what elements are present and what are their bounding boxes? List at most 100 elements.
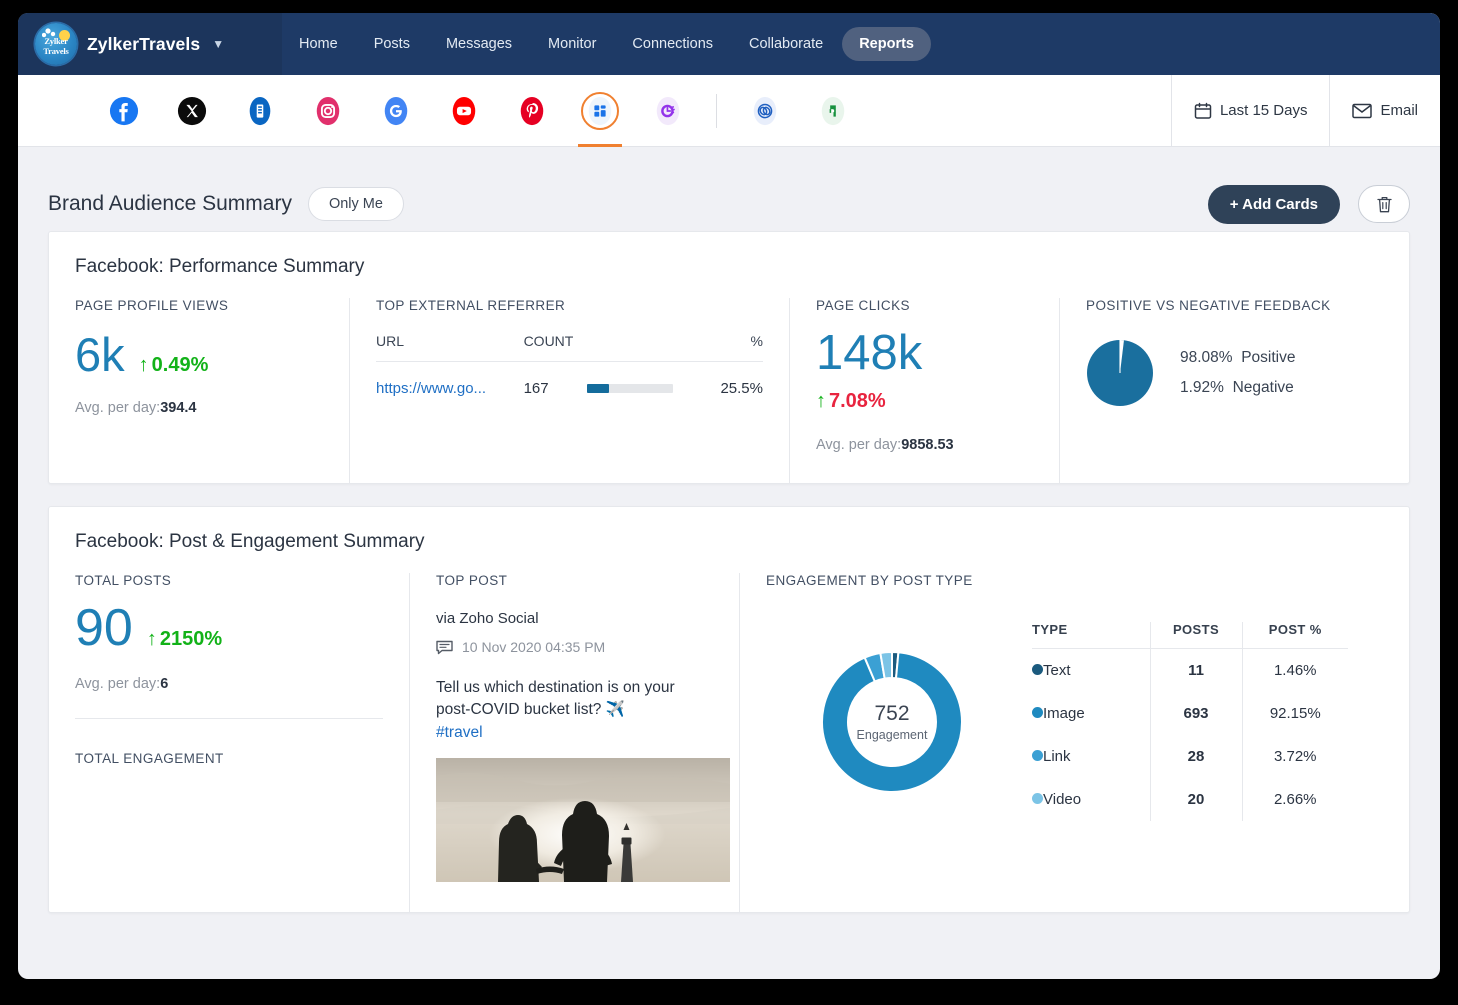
engagement-type-table: TYPE POSTS POST % Text 11 1.46% Image 69… bbox=[1032, 622, 1348, 821]
facebook-icon bbox=[109, 96, 139, 125]
row-type-image: Image bbox=[1043, 705, 1085, 722]
zoho-link-icon bbox=[753, 96, 777, 125]
channel-filter-bar: Last 15 Days Email bbox=[18, 74, 1440, 147]
channel-dashboard-grid[interactable] bbox=[566, 75, 634, 147]
total-posts-avg: Avg. per day:6 bbox=[75, 676, 383, 692]
nav-tabs: Home Posts Messages Monitor Connections … bbox=[282, 27, 931, 61]
engagement-header-row: TYPE POSTS POST % bbox=[1032, 622, 1348, 649]
referrer-bar bbox=[586, 384, 673, 393]
feedback-pie-chart bbox=[1087, 340, 1153, 406]
card1-title: Facebook: Performance Summary bbox=[75, 256, 365, 277]
feedback-legend: 98.08% Positive 1.92% Negative bbox=[1180, 349, 1295, 397]
referrer-percent: 25.5% bbox=[720, 380, 763, 397]
card2-columns: TOTAL POSTS 90 ↑ 2150% Avg. per day:6 TOT… bbox=[49, 573, 1409, 913]
instagram-icon bbox=[316, 96, 340, 125]
legend-dot-image bbox=[1032, 707, 1043, 718]
channel-facebook[interactable] bbox=[90, 75, 158, 147]
delete-dashboard-button[interactable] bbox=[1358, 185, 1410, 223]
engagement-donut-chart: 752 Engagement bbox=[812, 642, 972, 802]
selected-ring bbox=[581, 91, 619, 130]
chevron-down-icon[interactable]: ▼ bbox=[212, 37, 224, 51]
comment-icon bbox=[436, 640, 453, 654]
donut-center-label: Engagement bbox=[856, 727, 928, 742]
logo-text-top: Zylker bbox=[44, 36, 68, 46]
referrer-col-percent: % bbox=[720, 333, 763, 362]
channel-zoho-link[interactable] bbox=[731, 75, 799, 147]
row-posts-video: 20 bbox=[1149, 778, 1242, 821]
nav-tab-connections[interactable]: Connections bbox=[615, 27, 730, 61]
feedback-negative-label: Negative bbox=[1232, 379, 1294, 396]
up-arrow-icon: ↑ bbox=[816, 390, 826, 412]
x-twitter-icon bbox=[177, 96, 207, 125]
row-pct-text: 1.46% bbox=[1241, 648, 1348, 692]
calendar-icon bbox=[1194, 102, 1212, 119]
brand-name: ZylkerTravels bbox=[87, 33, 201, 54]
legend-dot-video bbox=[1032, 793, 1043, 804]
referrer-url-link[interactable]: https://www.go... bbox=[376, 380, 486, 397]
nav-tab-home[interactable]: Home bbox=[282, 27, 355, 61]
card-performance-summary: Facebook: Performance Summary PAGE PROFI… bbox=[48, 231, 1410, 484]
visibility-pill[interactable]: Only Me bbox=[307, 187, 404, 221]
channel-youtube[interactable] bbox=[430, 75, 498, 147]
page-clicks-avg: Avg. per day:9858.53 bbox=[816, 437, 1033, 453]
table-row: Video 20 2.66% bbox=[1032, 778, 1348, 821]
feedback-label: POSITIVE VS NEGATIVE FEEDBACK bbox=[1086, 298, 1331, 313]
row-posts-link: 28 bbox=[1149, 735, 1242, 778]
avg-label: Avg. per day: bbox=[816, 437, 902, 453]
total-posts-label: TOTAL POSTS bbox=[75, 573, 172, 588]
row-pct-image: 92.15% bbox=[1241, 692, 1348, 735]
channel-pinterest[interactable] bbox=[498, 75, 566, 147]
date-range-selector[interactable]: Last 15 Days bbox=[1170, 74, 1330, 147]
feedback-positive-label: Positive bbox=[1241, 349, 1296, 366]
feedback-negative-pct: 1.92% bbox=[1180, 379, 1224, 396]
page-profile-views-avg: Avg. per day:394.4 bbox=[75, 400, 323, 416]
total-posts-value: 90 bbox=[75, 599, 133, 657]
page-title: Brand Audience Summary bbox=[48, 192, 292, 215]
channel-instagram[interactable] bbox=[294, 75, 362, 147]
page-clicks-label: PAGE CLICKS bbox=[816, 298, 910, 313]
feedback-positive: 98.08% Positive bbox=[1180, 349, 1295, 367]
channel-scheduler[interactable] bbox=[634, 75, 702, 147]
top-post-image[interactable] bbox=[436, 758, 730, 883]
avg-value: 394.4 bbox=[160, 400, 197, 416]
avg-value: 9858.53 bbox=[901, 437, 954, 453]
page-profile-views-label: PAGE PROFILE VIEWS bbox=[75, 298, 229, 313]
nav-tab-messages[interactable]: Messages bbox=[429, 27, 529, 61]
youtube-icon bbox=[452, 96, 476, 125]
metric-page-profile-views: PAGE PROFILE VIEWS 6k ↑ 0.49% Avg. per da… bbox=[49, 298, 349, 483]
page-clicks-delta-value: 7.08% bbox=[829, 390, 886, 412]
nav-tab-collaborate[interactable]: Collaborate bbox=[732, 27, 840, 61]
table-row: Image 693 92.15% bbox=[1032, 692, 1348, 735]
nav-tab-posts[interactable]: Posts bbox=[357, 27, 427, 61]
top-post-text: Tell us which destination is on your pos… bbox=[436, 679, 675, 719]
top-referrer-label: TOP EXTERNAL REFERRER bbox=[376, 298, 566, 313]
channel-google-business[interactable] bbox=[362, 75, 430, 147]
col-posts: POSTS bbox=[1149, 622, 1242, 649]
channel-icons bbox=[18, 75, 867, 147]
brand-selector[interactable]: Zylker Travels ZylkerTravels ▼ bbox=[18, 23, 282, 65]
total-posts-delta-value: 2150% bbox=[159, 628, 223, 650]
nav-tab-monitor[interactable]: Monitor bbox=[531, 27, 613, 61]
channel-x-twitter[interactable] bbox=[158, 75, 226, 147]
metric-top-external-referrer: TOP EXTERNAL REFERRER URL COUNT % https:… bbox=[349, 298, 789, 483]
col-post-pct: POST % bbox=[1241, 622, 1348, 649]
zylker-travels-logo-icon: Zylker Travels bbox=[35, 23, 77, 65]
metric-total-posts: TOTAL POSTS 90 ↑ 2150% Avg. per day:6 TOT… bbox=[49, 573, 409, 912]
row-type-video: Video bbox=[1043, 791, 1082, 808]
add-cards-button[interactable]: + Add Cards bbox=[1207, 184, 1340, 224]
col-type: TYPE bbox=[1032, 622, 1150, 649]
email-button[interactable]: Email bbox=[1329, 74, 1440, 147]
page-clicks-delta: ↑ 7.08% bbox=[816, 390, 1033, 413]
referrer-header-row: URL COUNT % bbox=[376, 333, 763, 362]
toolbar-right: Last 15 Days Email bbox=[1170, 74, 1440, 147]
channel-zoho-desk[interactable] bbox=[799, 75, 867, 147]
top-post-hashtag[interactable]: #travel bbox=[436, 722, 713, 744]
total-engagement-label: TOTAL ENGAGEMENT bbox=[75, 751, 224, 766]
referrer-col-count: COUNT bbox=[523, 333, 721, 362]
channel-linkedin[interactable] bbox=[226, 75, 294, 147]
header-actions: + Add Cards bbox=[1207, 184, 1410, 224]
metric-feedback: POSITIVE VS NEGATIVE FEEDBACK 98.08% Pos… bbox=[1059, 298, 1409, 483]
nav-tab-reports[interactable]: Reports bbox=[842, 27, 931, 61]
referrer-col-url: URL bbox=[376, 333, 524, 362]
row-type-text: Text bbox=[1043, 662, 1071, 679]
